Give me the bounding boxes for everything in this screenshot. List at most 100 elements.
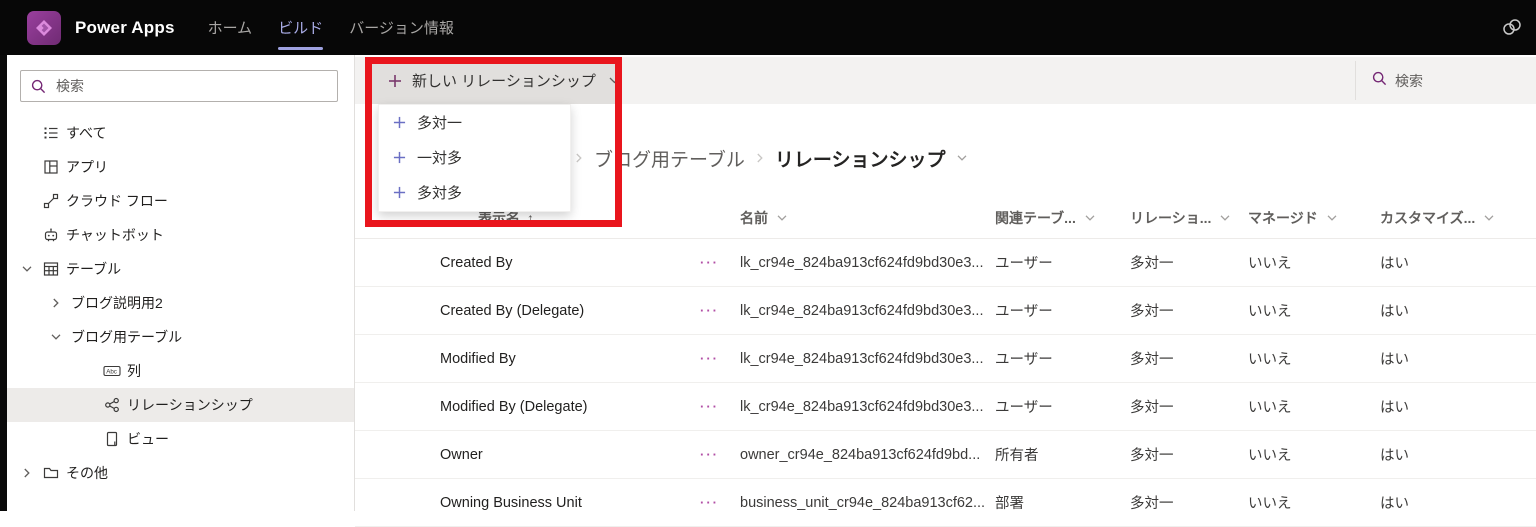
chevron-right-icon[interactable] bbox=[18, 468, 36, 478]
view-icon bbox=[103, 431, 121, 447]
chevron-down-icon[interactable] bbox=[1085, 215, 1095, 221]
sort-ascending-icon: ↑ bbox=[527, 210, 534, 226]
sidebar-item-ブログ説明用2[interactable]: ブログ説明用2 bbox=[7, 286, 354, 320]
table-row[interactable]: Created By (Delegate)···lk_cr94e_824ba91… bbox=[355, 287, 1536, 335]
cell-related-table: ユーザー bbox=[995, 348, 1130, 369]
cell-name: business_unit_cr94e_824ba913cf62... bbox=[740, 495, 995, 511]
bot-icon bbox=[42, 227, 60, 243]
top-nav-item[interactable]: ホーム bbox=[195, 0, 266, 55]
chevron-right-icon[interactable] bbox=[47, 298, 65, 308]
breadcrumb-item[interactable]: ブログ用テーブル bbox=[594, 145, 745, 172]
sidebar-item-チャットボット[interactable]: チャットボット bbox=[7, 218, 354, 252]
dropdown-item-多対多[interactable]: 多対多 bbox=[379, 175, 570, 210]
top-app-bar: Power Apps ホームビルドバージョン情報 bbox=[0, 0, 1536, 55]
sidebar-item-テーブル[interactable]: テーブル bbox=[7, 252, 354, 286]
dropdown-item-一対多[interactable]: 一対多 bbox=[379, 140, 570, 175]
table-row[interactable]: Modified By (Delegate)···lk_cr94e_824ba9… bbox=[355, 383, 1536, 431]
cell-display-name: Owner bbox=[440, 447, 700, 463]
row-more-options-icon[interactable]: ··· bbox=[700, 495, 740, 510]
breadcrumb-separator-icon bbox=[757, 153, 763, 163]
cell-managed: いいえ bbox=[1248, 444, 1380, 465]
table-row[interactable]: Owner···owner_cr94e_824ba913cf624fd9bd..… bbox=[355, 431, 1536, 479]
chevron-down-icon[interactable] bbox=[1327, 215, 1337, 221]
row-more-options-icon[interactable]: ··· bbox=[700, 447, 740, 462]
row-more-options-icon[interactable]: ··· bbox=[700, 255, 740, 270]
chevron-down-icon[interactable] bbox=[47, 334, 65, 340]
chevron-down-icon[interactable] bbox=[777, 215, 787, 221]
power-apps-logo-icon[interactable] bbox=[27, 11, 61, 45]
sidebar-item-アプリ[interactable]: アプリ bbox=[7, 150, 354, 184]
cell-managed: いいえ bbox=[1248, 492, 1380, 513]
dropdown-item-label: 多対多 bbox=[417, 182, 462, 203]
column-header-label: 名前 bbox=[740, 208, 768, 228]
row-more-options-icon[interactable]: ··· bbox=[700, 351, 740, 366]
table-search-button[interactable]: 検索 bbox=[1355, 61, 1536, 100]
chevron-down-icon[interactable] bbox=[956, 155, 968, 161]
column-header[interactable]: カスタマイズ... bbox=[1380, 208, 1536, 228]
cell-relationship-type: 多対一 bbox=[1130, 492, 1248, 513]
cell-relationship-type: 多対一 bbox=[1130, 348, 1248, 369]
chevron-down-icon[interactable] bbox=[1484, 215, 1494, 221]
cell-managed: いいえ bbox=[1248, 396, 1380, 417]
sidebar: すべてアプリクラウド フローチャットボットテーブルブログ説明用2 ブログ用テーブル… bbox=[7, 55, 355, 511]
table-row[interactable]: Created By···lk_cr94e_824ba913cf624fd9bd… bbox=[355, 239, 1536, 287]
sidebar-item-label: ブログ説明用2 bbox=[71, 293, 163, 313]
sidebar-item-label: リレーションシップ bbox=[127, 395, 253, 415]
command-bar: 新しい リレーションシップ 検索 bbox=[355, 57, 1536, 104]
chevron-down-icon[interactable] bbox=[18, 266, 36, 272]
row-more-options-icon[interactable]: ··· bbox=[700, 399, 740, 414]
cell-relationship-type: 多対一 bbox=[1130, 396, 1248, 417]
breadcrumb-item[interactable]: リレーションシップ bbox=[775, 145, 946, 172]
cell-name: lk_cr94e_824ba913cf624fd9bd30e3... bbox=[740, 255, 995, 271]
column-header-label: リレーショ... bbox=[1130, 208, 1211, 228]
column-header[interactable]: 名前 bbox=[740, 208, 995, 228]
relationships-table: 表示名↑名前関連テーブ...リレーショ...マネージドカスタマイズ... Cre… bbox=[355, 198, 1536, 527]
table-row[interactable]: Owning Business Unit···business_unit_cr9… bbox=[355, 479, 1536, 527]
new-relationship-label: 新しい リレーションシップ bbox=[412, 70, 596, 91]
sidebar-item-その他[interactable]: その他 bbox=[7, 456, 354, 490]
sidebar-item-label: ブログ用テーブル bbox=[71, 327, 182, 347]
sidebar-item-クラウド フロー[interactable]: クラウド フロー bbox=[7, 184, 354, 218]
cell-managed: いいえ bbox=[1248, 348, 1380, 369]
top-nav-active-item[interactable]: ビルド bbox=[265, 0, 336, 55]
cell-name: lk_cr94e_824ba913cf624fd9bd30e3... bbox=[740, 351, 995, 367]
cell-managed: いいえ bbox=[1248, 300, 1380, 321]
chevron-down-icon[interactable] bbox=[1220, 215, 1230, 221]
dropdown-item-多対一[interactable]: 多対一 bbox=[379, 105, 570, 140]
sidebar-item-リレーションシップ[interactable]: リレーションシップ bbox=[7, 388, 354, 422]
cell-display-name: Modified By bbox=[440, 351, 700, 367]
row-more-options-icon[interactable]: ··· bbox=[700, 303, 740, 318]
cell-related-table: ユーザー bbox=[995, 300, 1130, 321]
table-row[interactable]: Modified By···lk_cr94e_824ba913cf624fd9b… bbox=[355, 335, 1536, 383]
column-header[interactable]: マネージド bbox=[1248, 208, 1380, 228]
sidebar-item-列[interactable]: Abc列 bbox=[7, 354, 354, 388]
top-nav-item[interactable]: バージョン情報 bbox=[336, 0, 467, 55]
sidebar-item-label: アプリ bbox=[66, 157, 108, 177]
sidebar-item-label: チャットボット bbox=[66, 225, 164, 245]
sidebar-search-box[interactable] bbox=[20, 70, 338, 102]
sidebar-item-label: ビュー bbox=[127, 429, 169, 449]
dropdown-item-label: 多対一 bbox=[417, 112, 462, 133]
top-navigation: ホームビルドバージョン情報 bbox=[195, 0, 467, 55]
new-relationship-button[interactable]: 新しい リレーションシップ bbox=[365, 57, 622, 104]
cell-customized: はい bbox=[1380, 492, 1536, 513]
cell-display-name: Owning Business Unit bbox=[440, 495, 700, 511]
column-header[interactable]: リレーショ... bbox=[1130, 208, 1248, 228]
sidebar-item-ブログ用テーブル[interactable]: ブログ用テーブル bbox=[7, 320, 354, 354]
sidebar-search-input[interactable] bbox=[54, 77, 308, 95]
list-icon bbox=[42, 125, 60, 141]
plus-icon bbox=[388, 74, 402, 88]
link-icon[interactable] bbox=[1500, 17, 1524, 42]
plus-icon bbox=[393, 186, 406, 199]
column-header[interactable]: 関連テーブ... bbox=[995, 208, 1130, 228]
chevron-down-icon bbox=[609, 77, 620, 84]
sidebar-item-ビュー[interactable]: ビュー bbox=[7, 422, 354, 456]
flow-icon bbox=[42, 193, 60, 209]
cell-customized: はい bbox=[1380, 396, 1536, 417]
search-icon bbox=[31, 79, 46, 94]
cell-display-name: Modified By (Delegate) bbox=[440, 399, 700, 415]
cell-related-table: ユーザー bbox=[995, 396, 1130, 417]
sidebar-item-すべて[interactable]: すべて bbox=[7, 116, 354, 150]
cell-name: lk_cr94e_824ba913cf624fd9bd30e3... bbox=[740, 303, 995, 319]
apps-icon bbox=[42, 159, 60, 175]
